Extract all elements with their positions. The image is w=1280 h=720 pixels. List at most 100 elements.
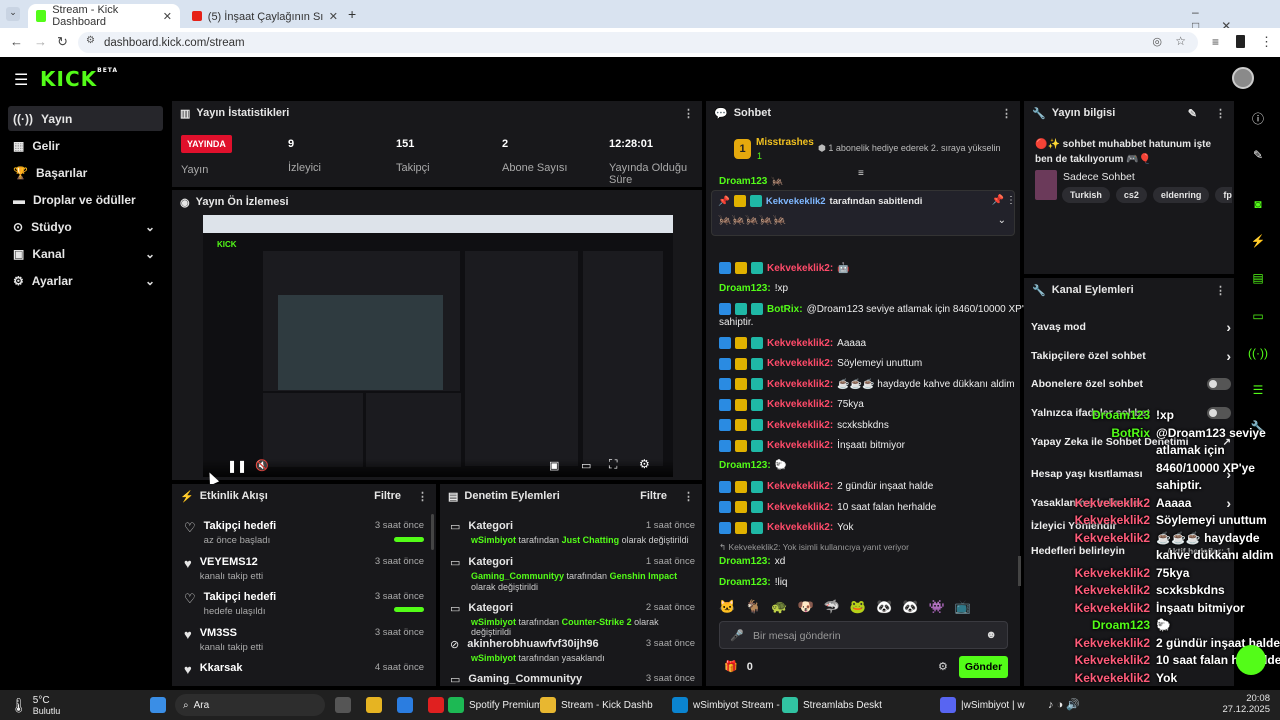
chat-username[interactable]: Kekvekeklik2: xyxy=(767,481,833,492)
bookmark-star-icon[interactable]: ☆ xyxy=(1175,34,1186,48)
more-icon[interactable]: ⋮ xyxy=(1215,284,1226,297)
chat-username[interactable]: Kekvekeklik2: xyxy=(767,338,833,349)
browser-menu-icon[interactable]: ⋮ xyxy=(1260,34,1273,50)
clock[interactable]: 20:08 27.12.2025 xyxy=(1218,693,1270,715)
gear-icon[interactable]: ⚙ xyxy=(639,457,650,471)
start-icon[interactable] xyxy=(150,694,166,716)
eye-off-icon[interactable]: ◎ xyxy=(1152,35,1162,48)
broadcast-icon[interactable]: ((·)) xyxy=(1246,342,1270,364)
send-button[interactable]: Gönder xyxy=(959,656,1008,678)
top-gifter-name[interactable]: Misstrashes xyxy=(756,137,814,148)
edit-icon[interactable]: ✎ xyxy=(1246,144,1270,166)
microphone-icon[interactable]: 🎤 xyxy=(730,629,744,642)
more-icon[interactable]: ⋮ xyxy=(1215,107,1226,120)
scrollbar[interactable] xyxy=(1018,556,1021,586)
info-icon[interactable]: ⓘ xyxy=(1246,107,1270,129)
action-subs-only[interactable]: Abonelere özel sohbet xyxy=(1031,378,1231,390)
tab-kick-dashboard[interactable]: Stream - Kick Dashboard ✕ xyxy=(28,4,180,28)
chat-username[interactable]: Droam123: xyxy=(719,577,771,588)
chat-username[interactable]: Kekvekeklik2: xyxy=(767,399,833,410)
chat-username[interactable]: Droam123: xyxy=(719,460,771,471)
kick-logo[interactable]: KICKBETA xyxy=(40,67,118,91)
chat-username[interactable]: Droam123: xyxy=(719,556,771,567)
chat-username[interactable]: Kekvekeklik2: xyxy=(767,358,833,369)
pinned-user[interactable]: Kekvekeklik2 xyxy=(766,196,826,207)
fullscreen-icon[interactable]: ⛶ xyxy=(609,457,617,472)
chat-username[interactable]: Kekvekeklik2: xyxy=(767,440,833,451)
tab-menu-icon[interactable]: ⌄ xyxy=(6,7,20,21)
weather-widget[interactable]: 🌡 5°C Bulutlu xyxy=(10,694,60,716)
video-player[interactable]: KICK ❚❚ 🔇 ▣ ▭ ⛶ ⚙ xyxy=(203,215,673,477)
mute-icon[interactable]: 🔇 xyxy=(255,459,269,472)
site-info-icon[interactable]: ⚙ xyxy=(86,35,95,46)
chat-icon[interactable]: ▭ xyxy=(1246,305,1270,327)
chat-username[interactable]: BotRix: xyxy=(767,304,803,315)
lightning-icon[interactable]: ⚡ xyxy=(1246,230,1270,252)
collapse-icon[interactable]: ≡ xyxy=(858,168,864,179)
extension-icon[interactable] xyxy=(1236,35,1245,48)
more-icon[interactable]: ⋮ xyxy=(1001,107,1012,120)
toggle-switch[interactable] xyxy=(1207,378,1231,390)
youtube-icon[interactable] xyxy=(428,697,444,713)
category-name[interactable]: Sadece Sohbet xyxy=(1063,171,1135,183)
pause-icon[interactable]: ❚❚ xyxy=(227,459,247,473)
theater-icon[interactable]: ▭ xyxy=(581,459,591,472)
tab-close-icon[interactable]: ✕ xyxy=(163,10,172,23)
chat-username[interactable]: Droam123: xyxy=(719,283,771,294)
scrollbar[interactable] xyxy=(431,514,434,550)
forward-icon[interactable]: → xyxy=(34,34,47,49)
sidebar-item-basarilar[interactable]: 🏆 Başarılar xyxy=(8,160,163,185)
file-explorer-icon[interactable] xyxy=(366,697,382,713)
chat-username[interactable]: Kekvekeklik2: xyxy=(767,263,833,274)
taskbar-app[interactable]: Streamlabs Deskt xyxy=(782,694,882,716)
edit-icon[interactable]: ✎ xyxy=(1188,107,1197,120)
more-icon[interactable]: ⋮ xyxy=(1006,195,1016,206)
tag[interactable]: fps xyxy=(1215,187,1232,203)
more-icon[interactable]: ⋮ xyxy=(417,490,428,503)
sidebar-item-gelir[interactable]: ▦ Gelir xyxy=(8,133,163,158)
action-followers-only[interactable]: Takipçilere özel sohbet › xyxy=(1031,348,1231,364)
emoji-icon[interactable]: ☻ xyxy=(985,629,997,641)
list-icon[interactable]: ☰ xyxy=(1246,379,1270,401)
reload-icon[interactable]: ↻ xyxy=(57,34,68,50)
hamburger-menu-icon[interactable]: ☰ xyxy=(14,70,28,90)
mod-actor[interactable]: wSimbiyot xyxy=(471,653,516,663)
sidebar-item-yayin[interactable]: ((·)) Yayın xyxy=(8,106,163,131)
tray-icons[interactable]: ♪ ◑ 🔊 xyxy=(1048,698,1080,711)
taskbar-pinned[interactable] xyxy=(335,694,444,716)
tab-youtube[interactable]: (5) İnşaat Çaylağının Sınavı! 😱 ✕ xyxy=(184,4,346,28)
taskbar-app[interactable]: Spotify Premium xyxy=(448,694,542,716)
store-icon[interactable] xyxy=(397,697,413,713)
sidebar-item-ayarlar[interactable]: ⚙ Ayarlar ⌄ xyxy=(8,268,163,293)
gear-icon[interactable]: ⚙ xyxy=(938,660,948,673)
more-icon[interactable]: ⋮ xyxy=(683,107,694,120)
new-tab-icon[interactable]: + xyxy=(348,6,356,22)
sidebar-item-droplar[interactable]: ▬ Droplar ve ödüller xyxy=(8,187,163,212)
toggle-switch[interactable] xyxy=(1207,407,1231,419)
emote-bar[interactable]: 🐱🐐🐢🐶🦈🐸🐼🐼👾📺 xyxy=(719,599,981,615)
filter-button[interactable]: Filtre xyxy=(640,490,667,502)
tag[interactable]: cs2 xyxy=(1115,187,1147,203)
chat-username[interactable]: Kekvekeklik2: xyxy=(767,379,833,390)
taskbar-app[interactable]: wSimbiyot Stream - ' xyxy=(672,694,784,716)
chat-username[interactable]: Droam123 xyxy=(719,176,767,187)
action-slow-mode[interactable]: Yavaş mod › xyxy=(1031,319,1231,335)
pin-icon[interactable]: 📌 xyxy=(992,195,1004,206)
back-icon[interactable]: ← xyxy=(10,34,23,49)
pip-icon[interactable]: ▣ xyxy=(549,459,559,472)
filter-button[interactable]: Filtre xyxy=(374,490,401,502)
mod-actor[interactable]: Gaming_Communityy xyxy=(471,571,564,581)
chat-username[interactable]: Kekvekeklik2: xyxy=(767,420,833,431)
chevron-down-icon[interactable]: ⌄ xyxy=(998,215,1006,226)
tag[interactable]: eldenring xyxy=(1152,187,1210,203)
task-view-icon[interactable] xyxy=(335,697,351,713)
tab-close-icon[interactable]: ✕ xyxy=(329,10,338,23)
url-field[interactable]: ⚙ dashboard.kick.com/stream ◎ ☆ xyxy=(78,32,1198,53)
more-icon[interactable]: ⋮ xyxy=(683,490,694,503)
tag[interactable]: Turkish xyxy=(1062,187,1110,203)
sidebar-item-studyo[interactable]: ⊙ Stüdyo ⌄ xyxy=(8,214,163,239)
chat-input[interactable]: 🎤 Bir mesaj gönderin ☻ xyxy=(719,621,1008,649)
user-avatar[interactable] xyxy=(1232,67,1254,89)
chat-username[interactable]: Kekvekeklik2: xyxy=(767,522,833,533)
search-box[interactable]: ⌕ Ara xyxy=(175,694,325,716)
